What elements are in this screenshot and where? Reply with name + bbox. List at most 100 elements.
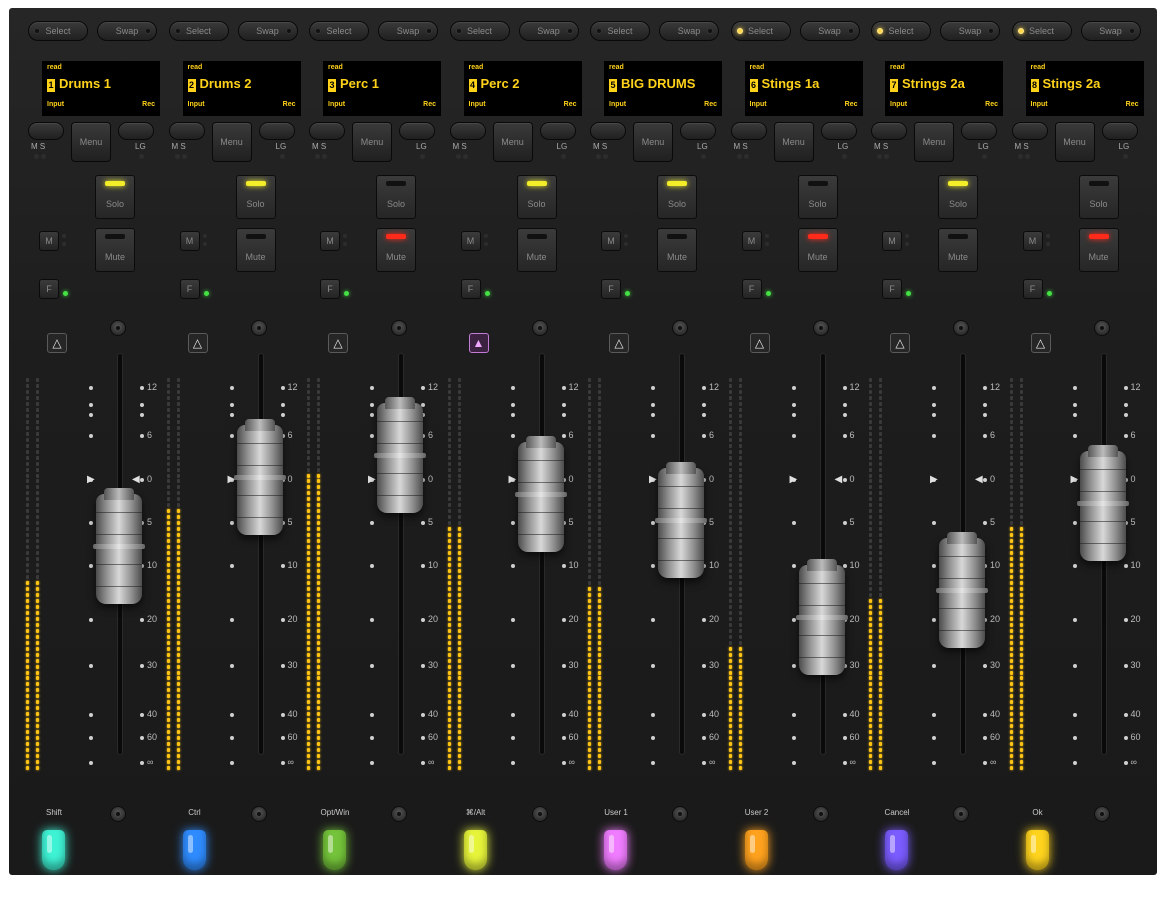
mute-button[interactable]: Mute: [1078, 228, 1119, 272]
select-button[interactable]: Select: [1011, 21, 1072, 41]
mute-button[interactable]: Mute: [938, 228, 978, 272]
swap-button[interactable]: Swap: [1080, 21, 1141, 41]
bottom-knob[interactable]: [391, 806, 407, 822]
f-button[interactable]: F: [39, 279, 59, 299]
function-key[interactable]: [885, 830, 908, 870]
ms-button[interactable]: [730, 122, 767, 140]
f-button[interactable]: F: [601, 279, 621, 299]
m-button[interactable]: M: [882, 231, 902, 251]
solo-button[interactable]: Solo: [516, 175, 557, 219]
select-button[interactable]: Select: [590, 21, 650, 41]
fader-touch-knob[interactable]: [531, 320, 548, 336]
function-key[interactable]: [604, 830, 627, 870]
fader-touch-knob[interactable]: [953, 320, 969, 336]
function-key[interactable]: [744, 830, 768, 870]
solo-button[interactable]: Solo: [1078, 175, 1119, 219]
ms-button[interactable]: [1011, 122, 1048, 140]
menu-button[interactable]: Menu: [211, 122, 252, 162]
solo-button[interactable]: Solo: [938, 175, 978, 219]
menu-button[interactable]: Menu: [71, 122, 111, 162]
f-button[interactable]: F: [882, 279, 902, 299]
bottom-knob[interactable]: [812, 806, 829, 822]
solo-button[interactable]: Solo: [376, 175, 416, 219]
function-key[interactable]: [42, 830, 65, 870]
select-button[interactable]: Select: [449, 21, 510, 41]
swap-button[interactable]: Swap: [237, 21, 298, 41]
function-key[interactable]: [182, 830, 206, 870]
fader-cap[interactable]: [514, 436, 567, 553]
lg-button[interactable]: [1101, 122, 1138, 140]
automation-up-button[interactable]: △: [609, 333, 629, 353]
fader-cap[interactable]: [374, 397, 426, 513]
menu-button[interactable]: Menu: [352, 122, 392, 162]
swap-button[interactable]: Swap: [518, 21, 579, 41]
solo-button[interactable]: Solo: [797, 175, 838, 219]
fader-touch-knob[interactable]: [812, 320, 829, 336]
mute-button[interactable]: Mute: [516, 228, 557, 272]
m-button[interactable]: M: [601, 231, 621, 251]
mute-button[interactable]: Mute: [797, 228, 838, 272]
swap-button[interactable]: Swap: [799, 21, 860, 41]
select-button[interactable]: Select: [309, 21, 369, 41]
menu-button[interactable]: Menu: [633, 122, 673, 162]
select-button[interactable]: Select: [28, 21, 88, 41]
automation-up-button[interactable]: △: [328, 333, 348, 353]
fader-cap[interactable]: [1076, 444, 1129, 561]
m-button[interactable]: M: [460, 231, 481, 251]
automation-up-button[interactable]: ▲: [468, 333, 489, 353]
ms-button[interactable]: [590, 122, 626, 140]
menu-button[interactable]: Menu: [773, 122, 814, 162]
f-button[interactable]: F: [320, 279, 340, 299]
function-key[interactable]: [323, 830, 346, 870]
select-button[interactable]: Select: [168, 21, 229, 41]
ms-button[interactable]: [168, 122, 205, 140]
f-button[interactable]: F: [741, 279, 762, 299]
lg-button[interactable]: [399, 122, 435, 140]
ms-button[interactable]: [28, 122, 64, 140]
ms-button[interactable]: [871, 122, 907, 140]
swap-button[interactable]: Swap: [378, 21, 438, 41]
f-button[interactable]: F: [1022, 279, 1043, 299]
fader-cap[interactable]: [233, 419, 286, 535]
bottom-knob[interactable]: [250, 806, 267, 822]
fader-touch-knob[interactable]: [110, 320, 126, 336]
automation-up-button[interactable]: △: [1030, 333, 1051, 353]
lg-button[interactable]: [820, 122, 857, 140]
automation-up-button[interactable]: △: [749, 333, 770, 353]
mute-button[interactable]: Mute: [376, 228, 416, 272]
bottom-knob[interactable]: [953, 806, 969, 822]
fader-cap[interactable]: [655, 462, 707, 578]
mute-button[interactable]: Mute: [235, 228, 276, 272]
m-button[interactable]: M: [320, 231, 340, 251]
bottom-knob[interactable]: [110, 806, 126, 822]
ms-button[interactable]: [449, 122, 486, 140]
lg-button[interactable]: [539, 122, 576, 140]
swap-button[interactable]: Swap: [97, 21, 157, 41]
lg-button[interactable]: [680, 122, 716, 140]
select-button[interactable]: Select: [871, 21, 931, 41]
bottom-knob[interactable]: [531, 806, 548, 822]
fader-touch-knob[interactable]: [1093, 320, 1110, 336]
lg-button[interactable]: [258, 122, 295, 140]
lg-button[interactable]: [961, 122, 997, 140]
swap-button[interactable]: Swap: [940, 21, 1000, 41]
m-button[interactable]: M: [741, 231, 762, 251]
mute-button[interactable]: Mute: [95, 228, 135, 272]
function-key[interactable]: [1025, 830, 1049, 870]
mute-button[interactable]: Mute: [657, 228, 697, 272]
bottom-knob[interactable]: [672, 806, 688, 822]
m-button[interactable]: M: [39, 231, 59, 251]
fader-touch-knob[interactable]: [391, 320, 407, 336]
fader-touch-knob[interactable]: [672, 320, 688, 336]
fader-cap[interactable]: [795, 559, 848, 675]
solo-button[interactable]: Solo: [95, 175, 135, 219]
automation-up-button[interactable]: △: [187, 333, 208, 353]
function-key[interactable]: [463, 830, 487, 870]
solo-button[interactable]: Solo: [235, 175, 276, 219]
fader-touch-knob[interactable]: [250, 320, 267, 336]
bottom-knob[interactable]: [1093, 806, 1110, 822]
menu-button[interactable]: Menu: [492, 122, 533, 162]
automation-up-button[interactable]: △: [47, 333, 67, 353]
f-button[interactable]: F: [179, 279, 200, 299]
m-button[interactable]: M: [179, 231, 200, 251]
